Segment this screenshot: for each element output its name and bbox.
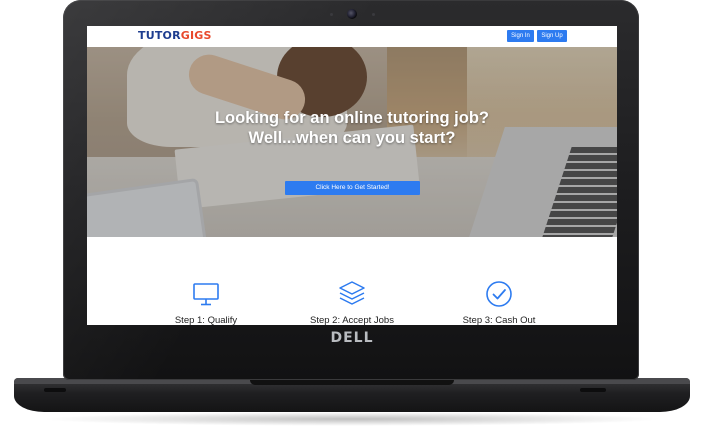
- webcam-icon: [347, 9, 357, 19]
- step-qualify: Step 1: Qualify: [136, 279, 276, 325]
- step-cash-out: Step 3: Cash Out: [429, 279, 569, 325]
- steps-section: Step 1: Qualify Step 2: Accept Jobs Step…: [87, 237, 617, 325]
- get-started-button[interactable]: Click Here to Get Started!: [285, 181, 420, 195]
- layers-icon: [339, 281, 365, 305]
- step-accept-jobs: Step 2: Accept Jobs: [282, 279, 422, 325]
- laptop-brand-logo: DELL: [330, 330, 374, 346]
- hero-headline-line1: Looking for an online tutoring job?: [214, 109, 490, 127]
- site-logo[interactable]: TUTORGIGS: [138, 29, 212, 42]
- sign-in-button[interactable]: Sign In: [507, 30, 534, 42]
- laptop-port: [44, 388, 66, 392]
- step-1-label: Step 1: Qualify: [174, 315, 238, 325]
- step-3-label: Step 3: Cash Out: [462, 315, 536, 325]
- logo-part-tutor: TUTOR: [138, 29, 181, 42]
- mic-dot: [330, 13, 333, 16]
- hero-headline-line2: Well...when can you start?: [248, 129, 456, 147]
- check-circle-icon: [486, 281, 512, 307]
- sign-up-button[interactable]: Sign Up: [537, 30, 567, 42]
- sensor-dot: [372, 13, 375, 16]
- monitor-icon: [193, 283, 219, 306]
- hero-banner: Looking for an online tutoring job? Well…: [87, 47, 617, 237]
- step-2-label: Step 2: Accept Jobs: [310, 315, 394, 325]
- laptop-screen: TUTORGIGS Sign In Sign Up Looking for an…: [87, 26, 617, 325]
- site-navbar: TUTORGIGS Sign In Sign Up: [87, 26, 617, 47]
- laptop-shadow: [40, 412, 664, 426]
- laptop-hinge: [250, 380, 454, 385]
- laptop-vent: [580, 388, 606, 392]
- logo-part-gigs: GIGS: [180, 29, 212, 42]
